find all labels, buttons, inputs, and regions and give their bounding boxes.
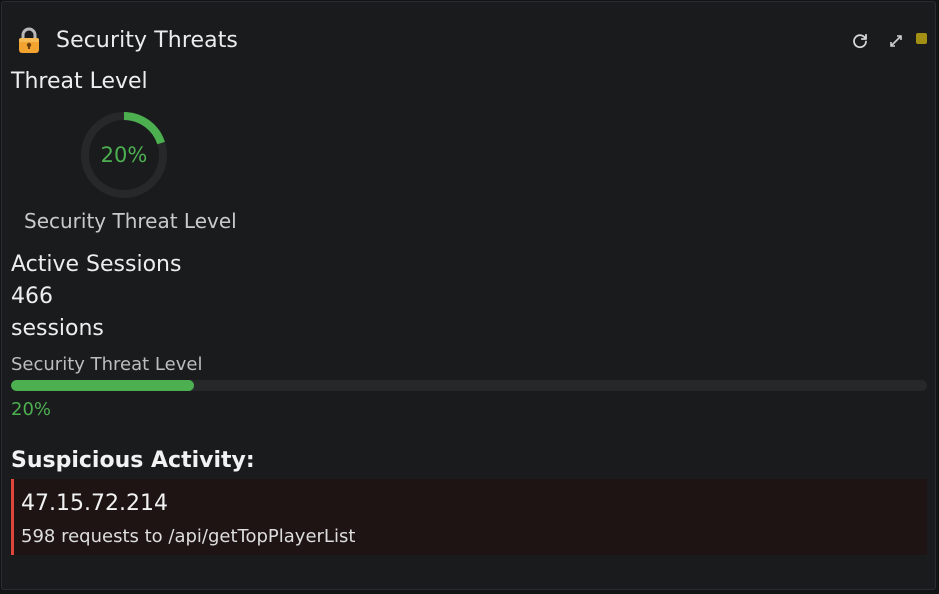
threat-progress-value: 20% bbox=[11, 399, 52, 420]
refresh-icon[interactable] bbox=[849, 30, 871, 52]
panel-header: Security Threats bbox=[16, 24, 238, 56]
suspicious-activity-item: 47.15.72.214 598 requests to /api/getTop… bbox=[11, 479, 927, 555]
threat-level-heading: Threat Level bbox=[11, 69, 148, 94]
expand-icon[interactable] bbox=[885, 30, 907, 52]
panel-title: Security Threats bbox=[56, 27, 238, 53]
gauge-value: 20% bbox=[100, 143, 148, 167]
active-sessions-heading: Active Sessions bbox=[11, 252, 182, 277]
active-sessions-unit: sessions bbox=[11, 316, 104, 341]
suspicious-detail: 598 requests to /api/getTopPlayerList bbox=[21, 526, 356, 547]
gauge-caption: Security Threat Level bbox=[24, 209, 237, 233]
security-threats-panel: Security Threats Threat Level 20% Securi… bbox=[1, 1, 936, 590]
active-sessions-count: 466 bbox=[11, 284, 53, 309]
threat-progress-label: Security Threat Level bbox=[11, 354, 203, 375]
status-indicator bbox=[916, 32, 927, 44]
suspicious-activity-heading: Suspicious Activity: bbox=[11, 448, 255, 473]
suspicious-ip: 47.15.72.214 bbox=[21, 491, 168, 516]
panel-actions bbox=[849, 30, 927, 52]
lock-icon bbox=[16, 26, 42, 54]
threat-gauge: 20% bbox=[79, 110, 169, 200]
threat-progress-fill bbox=[11, 380, 195, 391]
threat-progress-bar bbox=[11, 380, 927, 391]
